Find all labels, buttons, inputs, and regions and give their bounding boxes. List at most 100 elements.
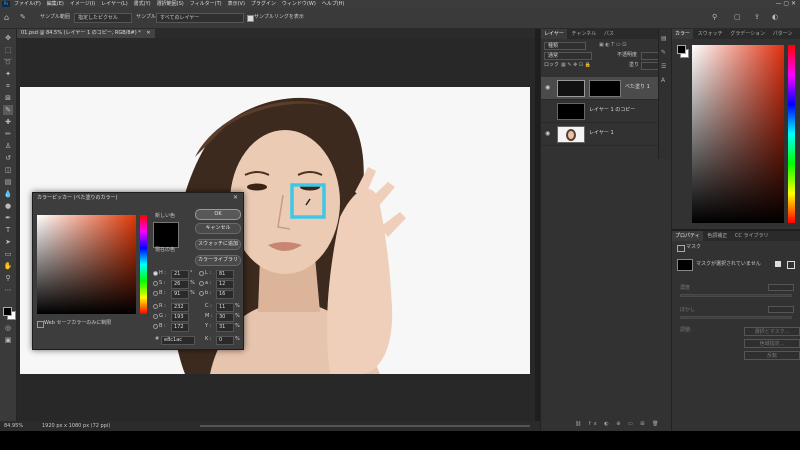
- ok-button[interactable]: OK: [195, 209, 241, 220]
- tab-properties[interactable]: プロパティ: [672, 231, 703, 241]
- eyedropper-icon[interactable]: ✎: [3, 105, 13, 115]
- feather-field[interactable]: [768, 306, 794, 313]
- hand-tool-icon[interactable]: ✋: [3, 261, 13, 271]
- layer-name[interactable]: レイヤー 1 のコピー: [589, 107, 635, 114]
- add-vector-mask-icon[interactable]: [787, 261, 795, 269]
- y-field[interactable]: 31: [216, 323, 234, 332]
- layer-action-icons[interactable]: ⛓ fx ◐ ⊕ ▭ ⊞ 🗑: [575, 421, 661, 428]
- menu-item[interactable]: ヘルプ(H): [322, 0, 345, 8]
- l-field[interactable]: 81: [216, 270, 234, 279]
- hue-slider[interactable]: [140, 215, 147, 314]
- show-ring-checkbox[interactable]: [247, 15, 254, 22]
- menu-item[interactable]: ウィンドウ(W): [282, 0, 316, 8]
- zoom-level[interactable]: 84.95%: [4, 423, 23, 430]
- blur-tool-icon[interactable]: 💧: [3, 189, 13, 199]
- path-select-icon[interactable]: ➤: [3, 237, 13, 247]
- sample-select[interactable]: すべてのレイヤー: [156, 13, 244, 23]
- foreground-color-swatch[interactable]: [3, 307, 12, 316]
- c-field[interactable]: 11: [216, 303, 234, 312]
- opacity-field[interactable]: [641, 52, 659, 60]
- character-icon[interactable]: A: [661, 77, 665, 84]
- saturation-brightness-field[interactable]: [37, 215, 136, 314]
- healing-brush-icon[interactable]: ✚: [3, 117, 13, 127]
- s-radio[interactable]: [153, 281, 158, 286]
- add-to-swatches-button[interactable]: スウォッチに追加: [195, 239, 241, 250]
- workspace-icon[interactable]: ▢: [734, 13, 741, 21]
- menu-item[interactable]: 選択範囲(S): [157, 0, 184, 8]
- history-icon[interactable]: ▤: [661, 35, 667, 42]
- menu-item[interactable]: プラグイン: [251, 0, 276, 8]
- b-field[interactable]: 91: [171, 290, 189, 299]
- menu-item[interactable]: フィルター(T): [190, 0, 222, 8]
- density-field[interactable]: [768, 284, 794, 291]
- screen-mode-icon[interactable]: ▣: [3, 335, 13, 345]
- tab-paths[interactable]: パス: [601, 29, 617, 39]
- k-field[interactable]: 0: [216, 336, 234, 345]
- eraser-tool-icon[interactable]: ◫: [3, 165, 13, 175]
- lab-b-field[interactable]: 16: [216, 290, 234, 299]
- horizontal-scrollbar[interactable]: [200, 425, 530, 427]
- b-radio[interactable]: [153, 291, 158, 296]
- s-field[interactable]: 26: [171, 280, 189, 289]
- adjustments-icon[interactable]: ☰: [661, 63, 666, 70]
- hue-slider[interactable]: [788, 45, 795, 223]
- sample-size-select[interactable]: 指定したピクセル: [74, 13, 132, 23]
- density-slider[interactable]: [680, 294, 792, 297]
- profile-icon[interactable]: ◐: [772, 13, 778, 21]
- cancel-button[interactable]: キャンセル: [195, 223, 241, 234]
- invert-button[interactable]: 反転: [744, 351, 800, 360]
- tab-layers[interactable]: レイヤー: [541, 29, 567, 39]
- home-icon[interactable]: ⌂: [4, 13, 9, 22]
- color-field[interactable]: [692, 45, 784, 223]
- share-icon[interactable]: ⇪: [754, 13, 760, 21]
- add-pixel-mask-icon[interactable]: [775, 261, 781, 267]
- menu-item[interactable]: 書式(Y): [134, 0, 151, 8]
- tab-libraries[interactable]: CC ライブラリ: [732, 231, 772, 241]
- lasso-tool-icon[interactable]: ➰: [3, 57, 13, 67]
- feather-slider[interactable]: [680, 316, 792, 319]
- menu-item[interactable]: レイヤー(L): [101, 0, 128, 8]
- blue-field[interactable]: 172: [171, 323, 189, 332]
- hex-field[interactable]: e8c1ac: [161, 336, 195, 345]
- quick-select-tool-icon[interactable]: ✦: [3, 69, 13, 79]
- l-radio[interactable]: [199, 271, 204, 276]
- panel-fg-swatch[interactable]: [677, 45, 686, 54]
- tab-channels[interactable]: チャンネル: [568, 29, 599, 39]
- visibility-eye-icon[interactable]: ◉: [545, 84, 552, 91]
- menu-item[interactable]: イメージ(I): [70, 0, 95, 8]
- more-tools-icon[interactable]: ⋯: [3, 285, 13, 295]
- quick-mask-icon[interactable]: ◎: [3, 323, 13, 333]
- m-field[interactable]: 30: [216, 313, 234, 322]
- dodge-tool-icon[interactable]: ●: [3, 201, 13, 211]
- visibility-eye-icon[interactable]: ◉: [545, 130, 552, 137]
- layer-name[interactable]: べた塗り 1: [625, 84, 650, 91]
- zoom-tool-icon[interactable]: ⚲: [3, 273, 13, 283]
- blue-radio[interactable]: [153, 324, 158, 329]
- layer-row[interactable]: ◉ べた塗り 1: [541, 77, 671, 100]
- filter-icons[interactable]: ▣ ◐ T ▭ ⊡: [599, 42, 626, 49]
- a-radio[interactable]: [199, 281, 204, 286]
- blend-mode-select[interactable]: 通常: [544, 52, 592, 60]
- web-safe-checkbox[interactable]: [37, 321, 44, 328]
- select-and-mask-button[interactable]: 選択とマスク...: [744, 327, 800, 336]
- g-field[interactable]: 193: [171, 313, 189, 322]
- fill-field[interactable]: [641, 62, 659, 70]
- close-icon[interactable]: ✕: [233, 194, 238, 201]
- move-tool-icon[interactable]: ✥: [3, 33, 13, 43]
- color-range-button[interactable]: 色域指定...: [744, 339, 800, 348]
- marquee-tool-icon[interactable]: ⬚: [3, 45, 13, 55]
- layer-row[interactable]: ◉ レイヤー 1: [541, 123, 671, 146]
- pen-tool-icon[interactable]: ✒: [3, 213, 13, 223]
- frame-tool-icon[interactable]: ⊠: [3, 93, 13, 103]
- lock-icons[interactable]: ▦ ✎ ✥ ⊡ 🔒: [561, 62, 591, 69]
- layer-row[interactable]: レイヤー 1 のコピー: [541, 100, 671, 123]
- crop-tool-icon[interactable]: ⌗: [3, 81, 13, 91]
- h-field[interactable]: 21: [171, 270, 189, 279]
- r-radio[interactable]: [153, 304, 158, 309]
- type-tool-icon[interactable]: T: [3, 225, 13, 235]
- gradient-tool-icon[interactable]: ▤: [3, 177, 13, 187]
- color-libraries-button[interactable]: カラーライブラリ: [195, 255, 241, 266]
- layer-name[interactable]: レイヤー 1: [589, 130, 614, 137]
- brush-settings-icon[interactable]: ✎: [661, 49, 666, 56]
- layer-filter-select[interactable]: 種類: [544, 42, 586, 50]
